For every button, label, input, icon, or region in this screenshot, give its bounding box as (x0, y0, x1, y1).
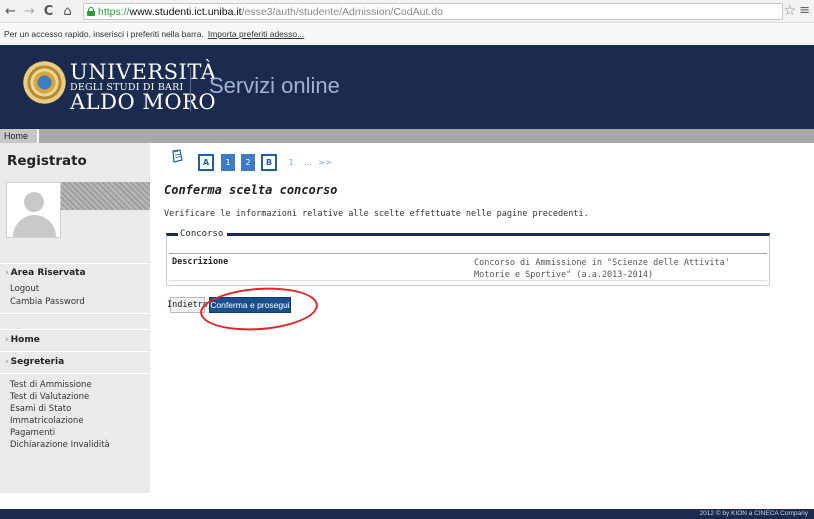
service-title: Servizi online (209, 73, 340, 98)
descrizione-label: Descrizione (172, 257, 229, 267)
forward-arrow-icon[interactable]: → (21, 3, 38, 20)
table-divider (169, 253, 767, 254)
sidebar-link-cambia-password[interactable]: Cambia Password (10, 297, 85, 307)
fieldset-legend: Concorso (171, 229, 228, 239)
avatar (6, 182, 61, 238)
url-host: www.studenti.ict.uniba.it (129, 5, 242, 18)
page-title: Conferma scelta concorso (164, 183, 338, 197)
sidebar-item-segreteria[interactable]: › Segreteria (5, 357, 64, 367)
sidebar-link-pagamenti[interactable]: Pagamenti (10, 428, 55, 438)
site-footer: 2012 © by KION a CINECA Company (0, 509, 814, 519)
descrizione-value: Concorso di Ammissione in "Scienze delle… (474, 258, 730, 280)
chevron-right-icon: › (5, 335, 9, 345)
footer-copyright: 2012 © by KION a CINECA Company (699, 510, 808, 517)
header-divider (190, 67, 191, 111)
university-logo-text[interactable]: UNIVERSITÀ DEGLI STUDI DI BARI ALDO MORO (70, 60, 217, 114)
logo-line-universita: UNIVERSITÀ (70, 60, 217, 84)
chevron-right-icon: › (5, 268, 9, 278)
sidebar-item-label: Area Riservata (10, 268, 86, 278)
redacted-user-name (61, 182, 150, 210)
wizard-step-2[interactable]: 2 (241, 154, 255, 171)
wizard-step-next[interactable]: >> (318, 154, 332, 171)
notepad-icon (172, 149, 183, 163)
import-bookmarks-link[interactable]: Importa preferiti adesso... (208, 29, 304, 39)
sidebar: Registrato › Area Riservata Logout Cambia… (0, 143, 150, 493)
browser-toolbar: ← → C ⌂ https://www.studenti.ict.uniba.i… (0, 0, 814, 23)
sidebar-link-immatricolazione[interactable]: Immatricolazione (10, 416, 84, 426)
wizard-step-b[interactable]: B (261, 154, 277, 171)
breadcrumb: Home (0, 129, 814, 143)
bookmarks-bar: Per un accesso rapido, inserisci i prefe… (0, 24, 814, 44)
fieldset-legend-label: Concorso (180, 229, 224, 239)
address-bar[interactable]: https://www.studenti.ict.uniba.it/esse3/… (83, 3, 783, 20)
wizard-step-b1: 1 (288, 158, 294, 167)
sidebar-title: Registrato (7, 153, 87, 169)
lock-icon (87, 7, 95, 16)
site-header: UNIVERSITÀ DEGLI STUDI DI BARI ALDO MORO… (0, 45, 814, 129)
chevron-right-icon: › (5, 357, 9, 367)
sidebar-item-label: Segreteria (10, 357, 65, 367)
sidebar-link-test-di-valutazione[interactable]: Test di Valutazione (10, 392, 89, 402)
wizard-step-ellipsis: ... (304, 158, 312, 167)
sidebar-item-home[interactable]: › Home (5, 335, 40, 345)
home-icon[interactable]: ⌂ (59, 3, 76, 20)
wizard-step-a[interactable]: A (198, 154, 214, 171)
bookmarks-hint: Per un accesso rapido, inserisci i prefe… (4, 28, 204, 39)
url-path: /esse3/auth/studente/Admission/CodAut.do (241, 5, 443, 18)
sidebar-link-esami-di-stato[interactable]: Esami di Stato (10, 404, 71, 414)
url-scheme: https:// (98, 5, 130, 18)
page-description: Verificare le informazioni relative alle… (164, 209, 589, 219)
sidebar-link-logout[interactable]: Logout (10, 284, 39, 294)
sidebar-item-label: Home (10, 335, 40, 345)
reload-icon[interactable]: C (40, 3, 57, 20)
browser-menu-icon[interactable]: ≡ (799, 3, 810, 18)
sidebar-link-dichiarazione-invalidita[interactable]: Dichiarazione Invalidità (10, 440, 110, 450)
sidebar-link-test-di-ammissione[interactable]: Test di Ammissione (10, 380, 92, 390)
red-highlight-circle (198, 283, 320, 335)
logo-line-aldo-moro: ALDO MORO (70, 90, 217, 114)
breadcrumb-home[interactable]: Home (0, 129, 40, 143)
back-arrow-icon[interactable]: ← (2, 3, 19, 20)
sidebar-item-area-riservata[interactable]: › Area Riservata (5, 268, 86, 278)
university-seal-icon[interactable] (23, 61, 66, 104)
wizard-step-1[interactable]: 1 (221, 154, 235, 171)
bookmark-star-icon[interactable]: ☆ (783, 3, 796, 19)
